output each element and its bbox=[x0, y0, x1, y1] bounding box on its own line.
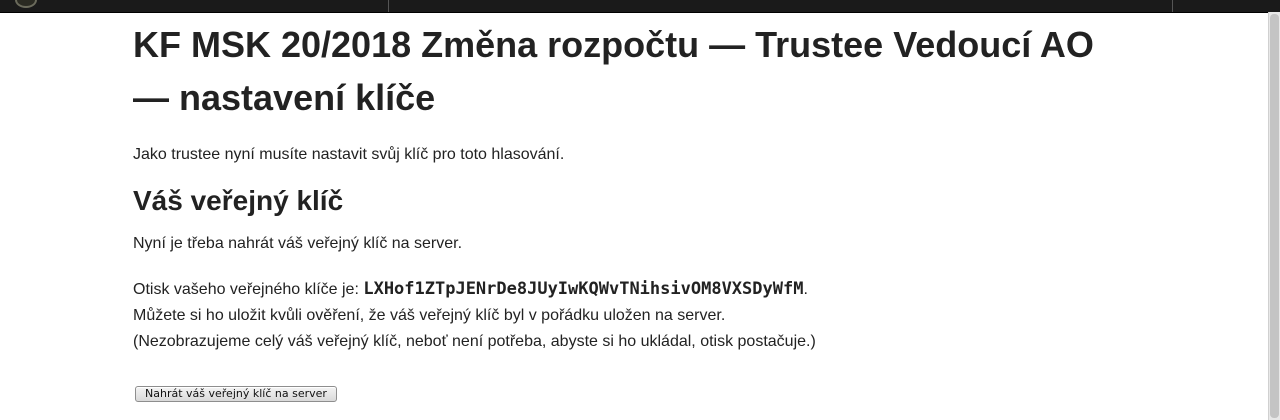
fingerprint-suffix: . bbox=[803, 281, 808, 298]
page-title: KF MSK 20/2018 Změna rozpočtu — Trustee … bbox=[133, 24, 1094, 118]
main-content: KF MSK 20/2018 Změna rozpočtu — Trustee … bbox=[133, 18, 1133, 355]
intro-text: Jako trustee nyní musíte nastavit svůj k… bbox=[133, 146, 565, 163]
fingerprint-section: Otisk vašeho veřejného klíče je: LXHof1Z… bbox=[133, 276, 1133, 355]
scrollbar-thumb[interactable] bbox=[1270, 14, 1279, 418]
save-hint: Můžete si ho uložit kvůli ověření, že vá… bbox=[133, 307, 726, 324]
upload-public-key-button[interactable]: Nahrát váš veřejný klíč na server bbox=[135, 386, 337, 402]
fingerprint-line: Otisk vašeho veřejného klíče je: LXHof1Z… bbox=[133, 276, 1133, 303]
fingerprint-label: Otisk vašeho veřejného klíče je: bbox=[133, 281, 364, 298]
fingerprint-explanation: (Nezobrazujeme celý váš veřejný klíč, ne… bbox=[133, 333, 816, 350]
public-key-heading: Váš veřejný klíč bbox=[133, 185, 344, 216]
nav-divider bbox=[388, 0, 389, 12]
vertical-scrollbar[interactable] bbox=[1268, 12, 1280, 420]
fingerprint-value: LXHof1ZTpJENrDe8JUyIwKQWvTNihsivOM8VXSDy… bbox=[363, 279, 804, 299]
upload-instruction: Nyní je třeba nahrát váš veřejný klíč na… bbox=[133, 235, 463, 252]
top-navigation-bar bbox=[0, 0, 1280, 13]
nav-divider bbox=[1172, 0, 1173, 12]
site-logo-icon[interactable] bbox=[15, 0, 37, 8]
